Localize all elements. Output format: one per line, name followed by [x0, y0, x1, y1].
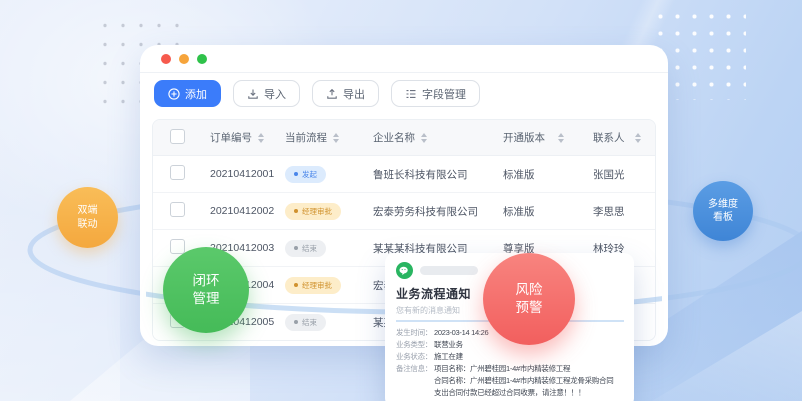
field-value: 施工在建	[434, 351, 463, 363]
order-no: 20210412001	[210, 168, 274, 180]
bubble-label: 管理	[193, 290, 220, 308]
import-button-label: 导入	[264, 86, 286, 102]
add-button[interactable]: 添加	[154, 80, 221, 107]
screenshot-root: 添加 导入 导出 字段管理	[0, 0, 802, 401]
import-button[interactable]: 导入	[233, 80, 300, 107]
company-name: 宏泰劳务科技有限公司	[373, 206, 478, 218]
company-name: 鲁班长科技有限公司	[373, 169, 468, 181]
field-label: 业务类型：	[396, 339, 434, 351]
window-maximize-dot[interactable]	[197, 54, 207, 64]
field-label: 发生时间：	[396, 327, 434, 339]
status-dot-icon	[294, 246, 298, 250]
export-button[interactable]: 导出	[312, 80, 379, 107]
window-close-dot[interactable]	[161, 54, 171, 64]
list-icon	[405, 88, 417, 100]
bubble-label: 预警	[516, 299, 543, 317]
status-dot-icon	[294, 320, 298, 324]
contact: 李思思	[593, 206, 625, 218]
select-all-checkbox[interactable]	[170, 129, 185, 144]
table-row[interactable]: 20210412001 发起 鲁班长科技有限公司 标准版 张国光	[153, 156, 656, 193]
flow-status-badge: 经理审批	[285, 277, 341, 294]
field-label: 备注信息：	[396, 363, 434, 399]
flow-status-label: 经理审批	[302, 280, 332, 291]
bubble-label: 双端	[78, 204, 98, 217]
col-header-contact: 联系人	[593, 130, 625, 145]
bubble-label: 看板	[713, 211, 733, 224]
table-row[interactable]: 20210412002 经理审批 宏泰劳务科技有限公司 标准版 李思思	[153, 193, 656, 230]
status-dot-icon	[294, 283, 298, 287]
field-manage-button[interactable]: 字段管理	[391, 80, 480, 107]
bubble-label: 风险	[516, 281, 543, 299]
field-label: 业务状态：	[396, 351, 434, 363]
bubble-label: 闭环	[193, 272, 220, 290]
col-header-company: 企业名称	[373, 130, 415, 145]
export-icon	[326, 88, 338, 100]
flow-status-badge: 发起	[285, 166, 326, 183]
toolbar: 添加 导入 导出 字段管理	[140, 73, 668, 107]
field-value: 联营业务	[434, 339, 463, 351]
sort-icon[interactable]	[558, 133, 564, 143]
field-row: 备注信息： 项目名称：广州碧桂园1-4#市内精装修工程 合同名称：广州碧桂园1-…	[396, 363, 624, 399]
col-header-order-no: 订单编号	[210, 130, 252, 145]
sort-icon[interactable]	[333, 133, 339, 143]
col-header-version: 开通版本	[503, 130, 545, 145]
row-checkbox[interactable]	[170, 202, 185, 217]
status-dot-icon	[294, 209, 298, 213]
feature-bubble-risk-alert: 风险 预警	[483, 253, 575, 345]
version: 标准版	[503, 169, 535, 181]
flow-status-label: 发起	[302, 169, 317, 180]
version: 标准版	[503, 206, 535, 218]
wechat-icon	[396, 262, 413, 279]
sort-icon[interactable]	[421, 133, 427, 143]
export-button-label: 导出	[343, 86, 365, 102]
table-header-row: 订单编号 当前流程 企业名称 开通版本 联系人	[153, 120, 656, 156]
field-value: 2023-03-14 14:26	[434, 327, 488, 339]
feature-bubble-multi-dashboard: 多维度 看板	[693, 181, 753, 241]
flow-status-badge: 经理审批	[285, 203, 341, 220]
add-button-label: 添加	[185, 86, 207, 102]
field-manage-button-label: 字段管理	[422, 86, 466, 102]
import-icon	[247, 88, 259, 100]
flow-status-badge: 结束	[285, 314, 326, 331]
status-dot-icon	[294, 172, 298, 176]
flow-status-label: 结束	[302, 243, 317, 254]
sort-icon[interactable]	[258, 133, 264, 143]
order-no: 20210412002	[210, 205, 274, 217]
feature-bubble-closed-loop: 闭环 管理	[163, 247, 249, 333]
bubble-label: 联动	[78, 218, 98, 231]
plus-circle-icon	[168, 88, 180, 100]
feature-bubble-dual-linkage: 双端 联动	[57, 187, 118, 248]
row-checkbox[interactable]	[170, 165, 185, 180]
bubble-label: 多维度	[708, 198, 738, 211]
field-value: 项目名称：广州碧桂园1-4#市内精装修工程 合同名称：广州碧桂园1-4#市内精装…	[434, 363, 613, 399]
contact: 张国光	[593, 169, 625, 181]
window-titlebar	[140, 45, 668, 73]
redacted-text-pill	[420, 266, 478, 275]
flow-status-label: 结束	[302, 317, 317, 328]
col-header-flow: 当前流程	[285, 130, 327, 145]
field-row: 业务状态： 施工在建	[396, 351, 624, 363]
sort-icon[interactable]	[635, 133, 641, 143]
flow-status-badge: 结束	[285, 240, 326, 257]
decor-triangle	[652, 311, 802, 401]
window-minimize-dot[interactable]	[179, 54, 189, 64]
flow-status-label: 经理审批	[302, 206, 332, 217]
row-checkbox[interactable]	[170, 239, 185, 254]
